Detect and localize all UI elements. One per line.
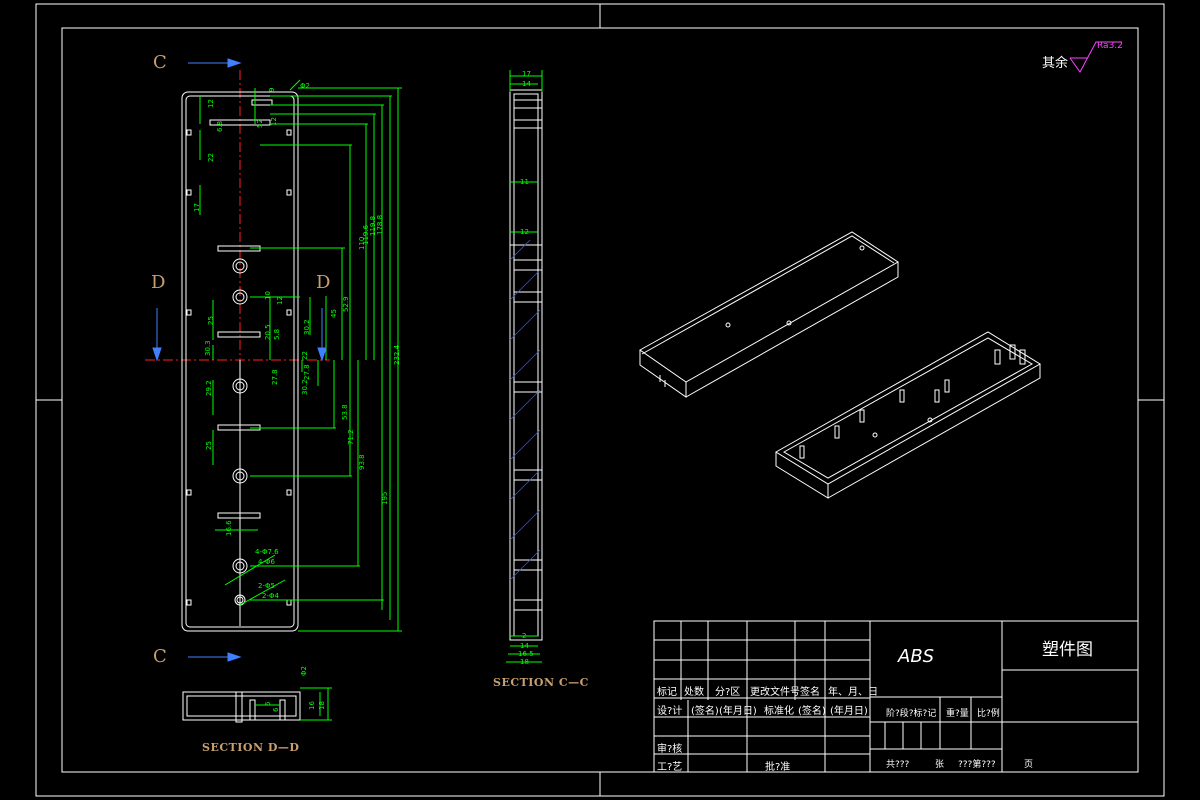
dim-hole-3: 2-Φ4 [262,592,279,600]
dim-hole-2: 2-Φ5 [258,582,275,590]
tb-approve: 批?准 [765,762,791,773]
section-cc-view [509,89,543,641]
dim-right-8: 27.8 [271,369,279,385]
dim-hole-4: Φ2 [300,82,310,90]
drawing-frame [35,3,1165,797]
tb-mark: 标记 [657,687,677,698]
dim-cc-0: 17 [522,70,531,78]
dim-dd-1: 18 [318,701,326,710]
dim-left-5: 30.3 [204,340,212,356]
dim-hole-1: 4-Φ6 [258,558,275,566]
dim-cc-3: 12 [520,228,529,236]
top-view [181,91,299,632]
dim-dd-4: 6 [272,707,280,712]
dim-left-2: 22 [207,153,215,162]
tb-sheet-label: 张 [935,760,945,770]
dim-right-10: 27.8 [303,364,311,380]
dim-right-12: 53.8 [341,404,349,420]
dim-right-1: 52 [256,119,264,128]
tb-weight: 重?量 [946,709,969,719]
drawing-canvas [35,3,1165,797]
dim-right-13: 45 [330,309,338,318]
dim-right-23: 16.6 [225,520,233,536]
dim-right-14: 71.2 [347,429,355,445]
dim-cc-4: 2 [522,632,527,640]
dim-right-6: 5.8 [273,328,281,340]
dim-right-20: 178.8 [376,214,384,235]
tb-change-doc: 更改文件号 [750,687,800,698]
section-cc-title: SECTION C—C [493,676,589,689]
tb-page: 页 [1024,760,1034,770]
dim-right-11: 30.2 [301,379,309,395]
tb-sheet-num: ???第??? [958,760,996,770]
tb-design-sign: (签名) [691,706,719,717]
dim-cc-2: 11 [520,178,529,186]
dim-right-7: 30.2 [303,319,311,335]
dim-left-4: 25 [207,316,215,325]
dim-right-22: 232.4 [393,344,401,365]
dim-right-15: 93.8 [358,454,366,470]
section-d-label-right: D [316,272,331,293]
dim-right-9: 22 [301,351,309,360]
dim-dd-3: 6 [264,701,272,706]
dim-left-1: 6.8 [216,120,224,132]
section-c-label-bottom: C [153,646,167,667]
section-dd-title: SECTION D—D [202,741,300,754]
tb-sign: 签名 [800,687,820,698]
tb-review: 审?核 [657,744,683,755]
tb-sheet-total: 共??? [886,760,910,770]
dim-right-21: 195 [381,491,389,505]
dim-right-3: 10 [264,291,272,300]
dim-right-0: 9 [268,87,276,92]
tb-design: 设?计 [657,706,683,717]
drawing-name: 塑件图 [1042,640,1093,660]
dim-right-5: 20.5 [264,324,272,340]
tb-standard-date: (年月日) [830,706,868,717]
tb-process: 工?艺 [657,762,683,773]
roughness-value: Ra3.2 [1097,41,1123,51]
tb-zone: 分?区 [715,687,741,698]
dim-cc-6: 16.5 [518,650,534,658]
dim-left-3: 17 [193,203,201,212]
tb-stage-mark: 阶?段?标?记 [886,709,937,719]
dim-left-6: 29.2 [205,380,213,396]
tb-design-date: (年月日) [719,706,757,717]
dim-left-0: 12 [207,99,215,108]
section-c-label-top: C [153,52,167,73]
material-name: ABS [898,646,935,667]
dim-right-4: 12 [276,296,284,305]
tb-date: 年、月、日 [828,687,878,698]
tb-standard: 标准化 [764,706,794,717]
dim-left-7: 25 [205,441,213,450]
tb-scale: 比?例 [977,709,1000,719]
tb-standard-sign: (签名) [798,706,826,717]
roughness-label: 其余 [1042,56,1069,71]
dim-right-2: 12 [270,117,278,126]
dim-cc-5: 14 [520,642,529,650]
dim-cc-1: 14 [522,80,531,88]
section-dd-view [182,691,301,723]
dim-cc-7: 18 [520,658,529,666]
isometric-lid [639,231,899,398]
isometric-base [775,331,1041,499]
dim-hole-0: 4-Φ7.6 [255,548,279,556]
tb-count: 处数 [684,687,704,698]
dim-dd-0: Φ2 [300,666,308,676]
dim-dd-2: 16 [308,701,316,710]
section-d-label-left: D [151,272,166,293]
dim-right-16: 52.9 [342,296,350,312]
